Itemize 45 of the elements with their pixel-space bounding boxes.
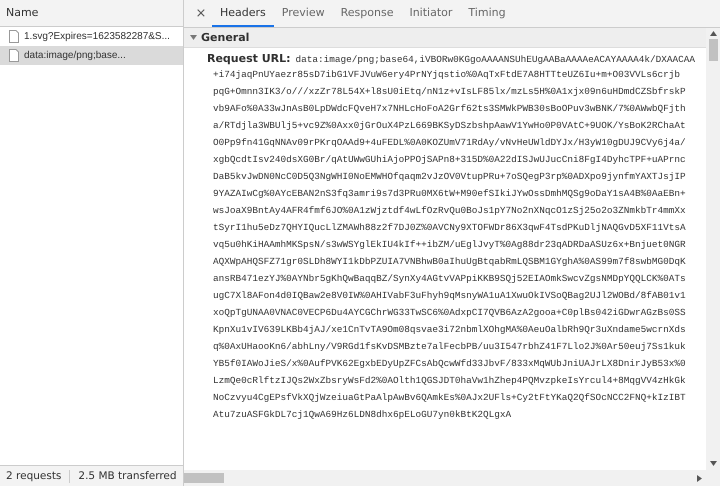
close-button[interactable]: × <box>190 0 212 27</box>
url-text: AQXWpAHQSFZ71gr0SLDh8WYI1kDbPZUIA7VNBhwB0aIhuUgBtqabRmLQSBM1GYghA%0AS99m7f8swbMG0DqK <box>213 256 686 267</box>
scrollbar-thumb[interactable] <box>184 473 224 483</box>
document-icon <box>9 30 19 43</box>
url-text: wsJoaX9BntAy4AFR4fmf6JO%0A1zWjztdf4wLfOzRvQu0BoJs1pY7No2nXNqcO1zSj25o2o3ZNmkbTr4mmXx <box>213 205 686 216</box>
url-text: NoCzvyu4CgEPsfVkXQjWzeiuaGtPaAlpAwBv6QAmkEs%0AJx2UFls+Cy2tFtYKaQ2QfSOcNCC2FNQ+kIzIBT <box>213 392 686 403</box>
url-text: a/RTdjla3WBUlj5+vc9Z%0Axx0jGrOuX4PzL669BKSyDSzbshpAawV1YwHo0P0VAtC+9UOK/YsBoK2RChaAt <box>213 120 686 131</box>
url-text: +i74jaqPnUYaezr85sD7ibG1VFJVuW6ery4PrNYjqstio%0AqTxFtdE7A8HTTteUZ6Iu+m+O03VVLs6crjb <box>213 69 680 80</box>
url-text: pqG+Omnn3IK3/o///xzZr78L54X+l8sU0iEtq/nN1z+vIsLF85lx/mzLs5H%0A1xjx09n6uHDmdCZSbfrskP <box>213 86 686 97</box>
request-row[interactable]: data:image/png;base... <box>0 46 183 65</box>
url-text: KpnXu1vIV639LKBb4jAJ/xe1CnTvTA9Om08qsvae3i72nbmlXOhgMA%0AeuOalbRh9Qr3uXndame5wcrnXds <box>213 324 686 335</box>
url-text: DaB5kvJwDN0NcC0D5Q3NgWHI0NoEMWHOfqaqm2vJzOV0VtupPRu+7oSQegP3rp%0ADXpo9jynfmYAXTJsjIP <box>213 171 686 182</box>
section-header[interactable]: General <box>184 28 706 48</box>
url-text: O0Pp9fn41GqNNAv09rPKrqOAAd9+4uFEDL%0A0KOZUmV71RdAy/vNvHeUWldDYJx/H3yW10gDUJ9CVy6j4a/ <box>213 137 686 148</box>
url-text: xoQpTgUNAA0VNAC0VECP6Du4AYCGChrWG33TwSC6%0AdxpCI7QVB6AzA2gooa+C0plBs042iGDwrAGzBs0SS <box>213 307 686 318</box>
field-label: Request URL: <box>207 52 291 65</box>
url-text: Atu7zuASFGkDL7cj1QwA69Hz6LDN8dhx6pELoGU7yn0kBtK2QLgxA <box>213 409 512 420</box>
request-name: data:image/png;base... <box>24 50 126 61</box>
url-text: vq5u0hKiHAAmhMKSpsN/s3wWSYglEkIU4kIf++ibZM/uEglJvyT%0Ag88dr23qADRDaASUz6x+Bnjuet0NGR <box>213 239 686 250</box>
url-text: 9YAZAIwCg%0AYcEBAN2nS3fq3amri9s7d3PRu0MX6tW+M90efSIkiJYwOssDmhMQSg9oDaY1sA4B%0AaEBn+ <box>213 188 686 199</box>
scroll-right-arrow-icon[interactable] <box>697 474 702 482</box>
disclosure-triangle-icon <box>190 34 197 41</box>
url-text: xgbQcdtIsv240dsXG0Br/qAtUWwGUhiAjoPPOjSAPn8+315D%0A22dISJwUJucCni8FgI4DyhcTPF+uAPrnc <box>213 154 686 165</box>
request-name: 1.svg?Expires=1623582287&S... <box>24 31 170 42</box>
scroll-up-arrow-icon[interactable] <box>710 31 716 36</box>
document-icon <box>9 49 19 62</box>
request-count: 2 requests <box>6 470 62 482</box>
tab[interactable]: Initiator <box>401 0 460 27</box>
url-text: q%0AxUHaooKn6/abhLny/V9RGd1fsKvDSMBzte7alFecbPB/uu3I547rbhZ41F7Llo2J%0Ar50euj7Ss1kuk <box>213 341 686 352</box>
url-text: YB5f0IAWoJieS/x%0AufPVK62EgxbEDyUpZFCsAbQcwWfd33JbvF/833xMqWUbJniUAJrLX8DnirJyB53x%0 <box>213 358 686 369</box>
scroll-down-arrow-icon[interactable] <box>710 461 716 466</box>
tab[interactable]: Preview <box>274 0 333 27</box>
url-text: ugC7Xl8AFon4d0IQBaw2e8V0IW%0AHIVabF3uFhyh9qMsnyWA1uA1XwuOkIVSoQBag2UJl2WOBd/8fAB01v1 <box>213 290 686 301</box>
url-text: data:image/png;base64,iVBORw0KGgoAAAANSUhEUgAABaAAAAeACAYAAAA4k/DXAACAA <box>296 54 695 65</box>
tab[interactable]: Response <box>332 0 402 27</box>
tab[interactable]: Timing <box>460 0 514 27</box>
transferred-size: 2.5 MB transferred <box>78 470 177 482</box>
section-title: General <box>201 31 250 44</box>
url-text: tSyrI1hu5eDz7QHYIQucLlZMAWh88z2f7DJ0Z%0AVCNy9XTOFWDr86X3qwF4TsdPKuDljNAQGvD5XF11VtsA <box>213 222 686 233</box>
request-row[interactable]: 1.svg?Expires=1623582287&S... <box>0 27 183 46</box>
name-column-header[interactable]: Name <box>0 0 183 27</box>
url-text: vb9AFo%0A33wJnAsB0LpDWdcFQveH7x7NHLcHoFoA2Grf62ts3SMWkPWB30sBoOPuv3wBNK/7%0AWwbQFjth <box>213 103 686 114</box>
url-text: ansRB471ezYJ%0AYNbr5gKhQwBaqqBZ/SynXy4AGtvVAPpiKKB9SQj52EIAOmkSwcvZgsNMDpYQQLCK%0ATs <box>213 273 686 284</box>
scrollbar-thumb[interactable] <box>708 39 718 61</box>
url-text: LzmQe0cRlftzIJQs2WxZbsryWsFd2%0AOlth1QGSJDT0haVw1hZhep4PQMvzpkeIsYrcul4+8MqgVV4zHkGk <box>213 375 686 386</box>
